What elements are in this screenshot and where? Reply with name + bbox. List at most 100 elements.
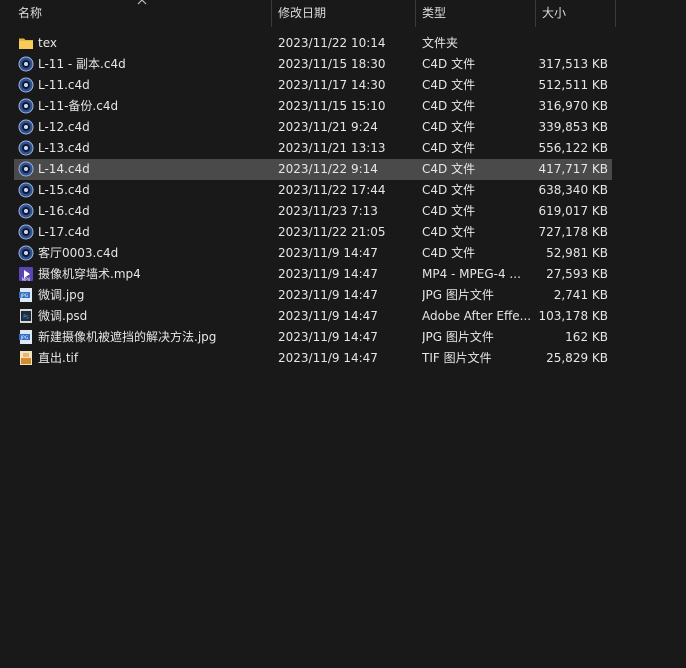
file-modified-date: 2023/11/23 7:13: [278, 204, 378, 218]
file-row[interactable]: Ps 微调.psd 2023/11/9 14:47 Adobe After Effe.…: [14, 306, 612, 327]
file-size: 417,717 KB: [538, 162, 608, 176]
file-type: C4D 文件: [422, 183, 476, 197]
jpg-file-icon: JPG: [18, 329, 34, 345]
file-type: C4D 文件: [422, 246, 476, 260]
mp4-file-icon: MP4: [18, 266, 34, 282]
file-size: 162 KB: [565, 330, 608, 344]
file-modified-date: 2023/11/17 14:30: [278, 78, 386, 92]
file-row[interactable]: 客厅0003.c4d 2023/11/9 14:47 C4D 文件 52,981 KB: [14, 243, 612, 264]
file-size: 316,970 KB: [538, 99, 608, 113]
file-type: TIF 图片文件: [422, 351, 492, 365]
c4d-file-icon: [18, 161, 34, 177]
file-name: L-11 - 副本.c4d: [38, 57, 126, 71]
file-size: 25,829 KB: [546, 351, 608, 365]
file-row[interactable]: L-14.c4d 2023/11/22 9:14 C4D 文件 417,717 KB: [14, 159, 612, 180]
file-type: C4D 文件: [422, 57, 476, 71]
c4d-file-icon: [18, 98, 34, 114]
file-modified-date: 2023/11/9 14:47: [278, 267, 378, 281]
file-size: 512,511 KB: [538, 78, 608, 92]
file-name: L-11-备份.c4d: [38, 99, 119, 113]
file-modified-date: 2023/11/9 14:47: [278, 309, 378, 323]
file-size: 2,741 KB: [553, 288, 608, 302]
c4d-file-icon: [18, 203, 34, 219]
file-type: MP4 - MPEG-4 ...: [422, 267, 521, 281]
column-header-type[interactable]: 类型: [416, 0, 534, 27]
file-modified-date: 2023/11/21 9:24: [278, 120, 378, 134]
file-modified-date: 2023/11/15 18:30: [278, 57, 386, 71]
file-type: C4D 文件: [422, 162, 476, 176]
file-modified-date: 2023/11/21 13:13: [278, 141, 386, 155]
column-header-date[interactable]: 修改日期: [272, 0, 414, 27]
file-modified-date: 2023/11/9 14:47: [278, 288, 378, 302]
file-size: 727,178 KB: [538, 225, 608, 239]
file-name: L-14.c4d: [38, 162, 90, 176]
file-type: C4D 文件: [422, 78, 476, 92]
svg-text:JPG: JPG: [20, 293, 29, 299]
file-row[interactable]: L-15.c4d 2023/11/22 17:44 C4D 文件 638,340 KB: [14, 180, 612, 201]
c4d-file-icon: [18, 245, 34, 261]
file-name: L-16.c4d: [38, 204, 90, 218]
file-name: L-15.c4d: [38, 183, 90, 197]
file-size: 103,178 KB: [538, 309, 608, 323]
file-type: C4D 文件: [422, 120, 476, 134]
column-divider[interactable]: [615, 0, 616, 27]
file-row[interactable]: L-17.c4d 2023/11/22 21:05 C4D 文件 727,178 KB: [14, 222, 612, 243]
file-name: L-11.c4d: [38, 78, 90, 92]
column-header-bar: 名称 修改日期 类型 大小: [0, 0, 686, 27]
svg-text:Ps: Ps: [23, 315, 29, 321]
file-name: tex: [38, 36, 57, 50]
c4d-file-icon: [18, 56, 34, 72]
file-type: JPG 图片文件: [422, 288, 494, 302]
file-row[interactable]: JPG 微调.jpg 2023/11/9 14:47 JPG 图片文件 2,741 KB: [14, 285, 612, 306]
file-modified-date: 2023/11/22 9:14: [278, 162, 378, 176]
file-row[interactable]: 直出.tif 2023/11/9 14:47 TIF 图片文件 25,829 KB: [14, 348, 612, 369]
file-row[interactable]: L-11.c4d 2023/11/17 14:30 C4D 文件 512,511 KB: [14, 75, 612, 96]
folder-icon: [18, 35, 34, 51]
file-type: C4D 文件: [422, 225, 476, 239]
file-size: 27,593 KB: [546, 267, 608, 281]
svg-text:JPG: JPG: [20, 335, 29, 341]
file-type: JPG 图片文件: [422, 330, 494, 344]
file-row[interactable]: JPG 新建摄像机被遮挡的解决方法.jpg 2023/11/9 14:47 JPG 图…: [14, 327, 612, 348]
file-row[interactable]: L-11-备份.c4d 2023/11/15 15:10 C4D 文件 316,970…: [14, 96, 612, 117]
file-row[interactable]: tex 2023/11/22 10:14 文件夹: [14, 33, 612, 54]
file-modified-date: 2023/11/9 14:47: [278, 246, 378, 260]
svg-text:MP4: MP4: [22, 277, 31, 282]
file-size: 52,981 KB: [546, 246, 608, 260]
file-name: 微调.psd: [38, 309, 88, 323]
file-type: 文件夹: [422, 36, 459, 50]
tif-file-icon: [18, 350, 34, 366]
file-name: L-17.c4d: [38, 225, 90, 239]
file-size: 556,122 KB: [538, 141, 608, 155]
c4d-file-icon: [18, 140, 34, 156]
sort-ascending-icon: [137, 0, 147, 5]
c4d-file-icon: [18, 182, 34, 198]
file-name: 新建摄像机被遮挡的解决方法.jpg: [38, 330, 217, 344]
c4d-file-icon: [18, 224, 34, 240]
file-row[interactable]: L-12.c4d 2023/11/21 9:24 C4D 文件 339,853 KB: [14, 117, 612, 138]
file-modified-date: 2023/11/9 14:47: [278, 330, 378, 344]
file-size: 339,853 KB: [538, 120, 608, 134]
file-modified-date: 2023/11/22 17:44: [278, 183, 386, 197]
column-header-size[interactable]: 大小: [536, 0, 614, 27]
file-type: C4D 文件: [422, 99, 476, 113]
file-row[interactable]: L-13.c4d 2023/11/21 13:13 C4D 文件 556,122 KB: [14, 138, 612, 159]
file-name: 摄像机穿墙术.mp4: [38, 267, 141, 281]
file-name: 微调.jpg: [38, 288, 85, 302]
file-name: L-13.c4d: [38, 141, 90, 155]
file-type: C4D 文件: [422, 204, 476, 218]
file-modified-date: 2023/11/9 14:47: [278, 351, 378, 365]
file-size: 619,017 KB: [538, 204, 608, 218]
file-row[interactable]: MP4 摄像机穿墙术.mp4 2023/11/9 14:47 MP4 - MPEG-4…: [14, 264, 612, 285]
file-name: 客厅0003.c4d: [38, 246, 119, 260]
file-modified-date: 2023/11/22 10:14: [278, 36, 386, 50]
file-name: L-12.c4d: [38, 120, 90, 134]
jpg-file-icon: JPG: [18, 287, 34, 303]
file-row[interactable]: L-16.c4d 2023/11/23 7:13 C4D 文件 619,017 KB: [14, 201, 612, 222]
file-row[interactable]: L-11 - 副本.c4d 2023/11/15 18:30 C4D 文件 317,5…: [14, 54, 612, 75]
file-modified-date: 2023/11/15 15:10: [278, 99, 386, 113]
c4d-file-icon: [18, 119, 34, 135]
file-modified-date: 2023/11/22 21:05: [278, 225, 386, 239]
file-name: 直出.tif: [38, 351, 79, 365]
c4d-file-icon: [18, 77, 34, 93]
